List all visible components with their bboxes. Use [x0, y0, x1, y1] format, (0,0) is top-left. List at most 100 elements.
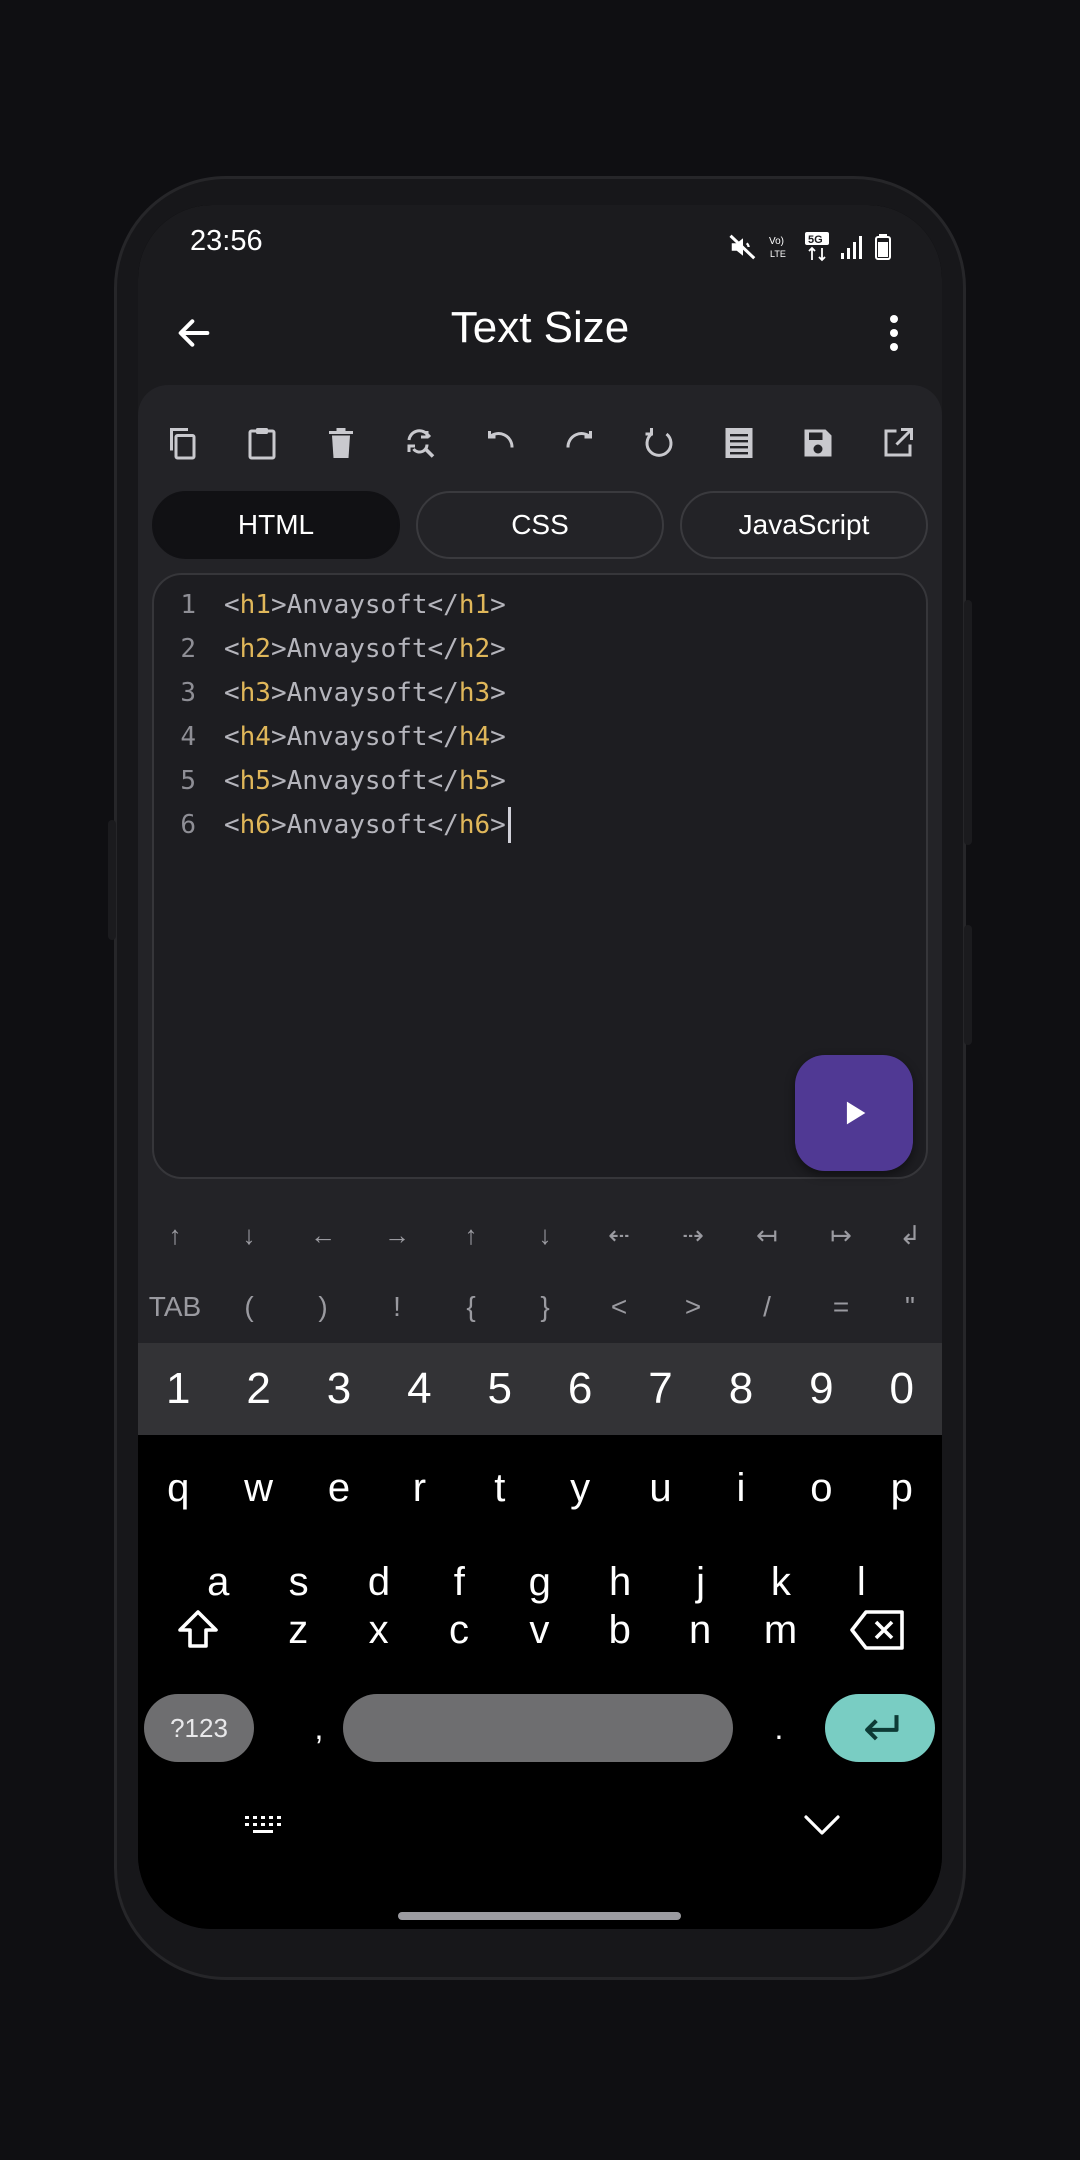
key-r[interactable]: r	[379, 1466, 459, 1511]
symbol-key[interactable]: ↓	[508, 1220, 582, 1251]
5g-icon: 5G	[805, 232, 829, 262]
key-i[interactable]: i	[701, 1466, 781, 1511]
toolbar	[152, 413, 928, 473]
symbols-key[interactable]: ?123	[144, 1694, 254, 1762]
key-m[interactable]: m	[740, 1608, 820, 1653]
key-n[interactable]: n	[660, 1608, 740, 1653]
redo-button[interactable]	[550, 413, 610, 473]
tab-javascript[interactable]: JavaScript	[680, 491, 928, 559]
key-o[interactable]: o	[781, 1466, 861, 1511]
home-indicator[interactable]	[398, 1912, 681, 1920]
key-y[interactable]: y	[540, 1466, 620, 1511]
save-icon	[804, 429, 832, 457]
save-button[interactable]	[788, 413, 848, 473]
key-1[interactable]: 1	[138, 1364, 218, 1414]
open-external-button[interactable]	[868, 413, 928, 473]
key-c[interactable]: c	[419, 1608, 499, 1653]
status-bar: 23:56 Vo) LTE 5G	[138, 205, 942, 281]
enter-key[interactable]	[825, 1694, 935, 1762]
symbol-key[interactable]: ↤	[730, 1220, 804, 1251]
refresh-button[interactable]	[629, 413, 689, 473]
find-replace-icon	[407, 429, 434, 458]
symbol-key[interactable]: !	[360, 1291, 434, 1323]
backspace-icon	[850, 1610, 904, 1650]
volte-icon: Vo) LTE	[769, 236, 786, 259]
symbol-key[interactable]: >	[656, 1291, 730, 1323]
tab-html[interactable]: HTML	[152, 491, 400, 559]
key-q[interactable]: q	[138, 1466, 218, 1511]
key-9[interactable]: 9	[781, 1364, 861, 1414]
key-3[interactable]: 3	[299, 1364, 379, 1414]
line-number: 2	[180, 634, 196, 664]
symbol-key[interactable]: ↲	[878, 1220, 942, 1251]
more-vert-icon	[890, 315, 898, 351]
tab-css[interactable]: CSS	[416, 491, 664, 559]
code-editor[interactable]: 1 <h1>Anvaysoft</h1> 2 <h2>Anvaysoft</h2…	[152, 573, 928, 1179]
code-text: <h1>Anvaysoft</h1>	[224, 590, 506, 620]
code-text: <h6>Anvaysoft</h6>	[224, 810, 506, 840]
chevron-down-icon	[804, 1815, 840, 1835]
key-8[interactable]: 8	[701, 1364, 781, 1414]
copy-button[interactable]	[152, 413, 212, 473]
key-2[interactable]: 2	[218, 1364, 298, 1414]
symbol-key[interactable]: ↓	[212, 1220, 286, 1251]
symbol-key[interactable]: )	[286, 1291, 360, 1323]
more-options-button[interactable]	[874, 305, 914, 361]
keyboard-row-3: z x c v b n m	[138, 1597, 942, 1663]
key-5[interactable]: 5	[460, 1364, 540, 1414]
symbol-key[interactable]: "	[878, 1291, 942, 1323]
status-time: 23:56	[190, 225, 263, 257]
key-0[interactable]: 0	[862, 1364, 942, 1414]
key-6[interactable]: 6	[540, 1364, 620, 1414]
symbol-key[interactable]: ↦	[804, 1220, 878, 1251]
space-key[interactable]	[343, 1694, 733, 1762]
key-t[interactable]: t	[460, 1466, 540, 1511]
page-title: Text Size	[450, 303, 630, 352]
symbol-key[interactable]: ⇠	[582, 1220, 656, 1251]
code-line: 2 <h2>Anvaysoft</h2>	[154, 627, 505, 671]
backspace-key[interactable]	[838, 1600, 918, 1660]
symbol-key[interactable]: ↑	[138, 1220, 212, 1251]
run-button[interactable]	[795, 1055, 913, 1171]
line-number: 3	[180, 678, 196, 708]
language-tabs: HTML CSS JavaScript	[152, 491, 928, 559]
symbol-key[interactable]: ↑	[434, 1220, 508, 1251]
comma-key[interactable]: ,	[294, 1694, 344, 1762]
period-key[interactable]: .	[754, 1694, 804, 1762]
svg-text:5G: 5G	[808, 234, 823, 246]
symbol-key[interactable]: TAB	[138, 1291, 212, 1323]
symbol-key[interactable]: ←	[286, 1220, 360, 1251]
key-x[interactable]: x	[338, 1608, 418, 1653]
format-icon	[725, 428, 753, 458]
format-button[interactable]	[709, 413, 769, 473]
hide-keyboard-button[interactable]	[786, 1795, 858, 1855]
shift-key[interactable]	[158, 1600, 238, 1660]
symbol-key[interactable]: }	[508, 1291, 582, 1323]
paste-button[interactable]	[232, 413, 292, 473]
key-z[interactable]: z	[258, 1608, 338, 1653]
key-e[interactable]: e	[299, 1466, 379, 1511]
symbol-key[interactable]: {	[434, 1291, 508, 1323]
symbol-key[interactable]: →	[360, 1220, 434, 1251]
symbol-key[interactable]: <	[582, 1291, 656, 1323]
app-bar: Text Size	[138, 281, 942, 381]
line-number: 6	[180, 810, 196, 840]
key-u[interactable]: u	[620, 1466, 700, 1511]
symbol-key[interactable]: /	[730, 1291, 804, 1323]
key-w[interactable]: w	[218, 1466, 298, 1511]
keyboard-toggle-button[interactable]	[228, 1795, 300, 1855]
undo-button[interactable]	[470, 413, 530, 473]
code-line: 4 <h4>Anvaysoft</h4>	[154, 715, 505, 759]
symbol-key[interactable]: ⇢	[656, 1220, 730, 1251]
key-7[interactable]: 7	[620, 1364, 700, 1414]
refresh-icon	[645, 428, 673, 457]
code-line: 5 <h5>Anvaysoft</h5>	[154, 759, 505, 803]
key-b[interactable]: b	[580, 1608, 660, 1653]
delete-button[interactable]	[311, 413, 371, 473]
key-v[interactable]: v	[499, 1608, 579, 1653]
find-replace-button[interactable]	[391, 413, 451, 473]
symbol-key[interactable]: =	[804, 1291, 878, 1323]
key-p[interactable]: p	[862, 1466, 942, 1511]
key-4[interactable]: 4	[379, 1364, 459, 1414]
symbol-key[interactable]: (	[212, 1291, 286, 1323]
